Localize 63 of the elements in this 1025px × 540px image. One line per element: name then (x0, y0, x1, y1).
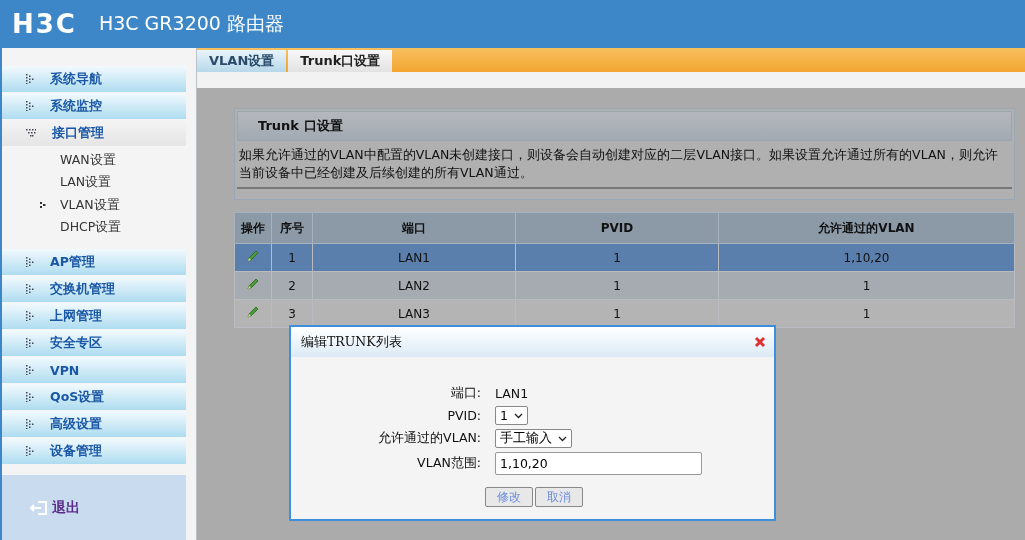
collapse-icon (26, 311, 34, 321)
collapse-icon (26, 419, 34, 429)
column-header: 操作 (234, 212, 272, 244)
column-header: 允许通过的VLAN (718, 212, 1015, 244)
column-header: 端口 (312, 212, 516, 244)
description-text: 如果允许通过的VLAN中配置的VLAN未创建接口，则设备会自动创建对应的二层VLAN接口。如果设置允许通过所有的VLAN，则允许当前设备中已经创建及后续创建的所有VLAN通过。 (237, 143, 1012, 189)
menu-item[interactable]: 上网管理 (2, 303, 186, 330)
collapse-icon (26, 446, 34, 456)
table-row[interactable]: 3 LAN3 1 1 (234, 299, 1015, 328)
collapse-icon (26, 338, 34, 348)
vlan-range-field[interactable]: 1,10,20 (495, 452, 702, 475)
table-cell: 1 (718, 271, 1015, 300)
exit-icon (30, 499, 48, 516)
vlan-mode-dropdown[interactable]: 手工输入 (495, 429, 572, 448)
menu-item[interactable]: 高级设置 (2, 411, 186, 438)
field-label: 端口: (449, 385, 481, 402)
collapse-icon (26, 74, 34, 84)
pencil-icon[interactable] (246, 249, 260, 263)
menu-item[interactable]: QoS设置 (2, 384, 186, 411)
field-label: VLAN范围: (416, 455, 481, 472)
table-row[interactable]: 2 LAN2 1 1 (234, 271, 1015, 300)
column-header: PVID (515, 212, 719, 244)
pvid-dropdown[interactable]: 1 (495, 406, 528, 425)
caret-icon (513, 412, 523, 419)
port-value: LAN1 (495, 386, 530, 401)
collapse-icon (26, 365, 34, 375)
panel-title: Trunk 口设置 (237, 111, 1012, 141)
menu-item[interactable]: 系统监控 (2, 93, 186, 120)
pencil-icon[interactable] (246, 277, 260, 291)
table-cell: 1 (515, 243, 719, 272)
column-header: 序号 (271, 212, 313, 244)
collapse-icon (26, 284, 34, 294)
menu-item[interactable]: 安全专区 (2, 330, 186, 357)
menu-item[interactable]: AP管理 (2, 249, 186, 276)
logout-link[interactable]: 退出 (30, 498, 80, 517)
pencil-icon[interactable] (246, 305, 260, 319)
table-cell: LAN1 (312, 243, 516, 272)
logo: H3C (12, 9, 77, 39)
table-row[interactable]: 1 LAN1 1 1,10,20 (234, 243, 1015, 272)
field-label: PVID: (446, 408, 481, 423)
expand-icon (26, 129, 36, 137)
dialog-title: 编辑TRUNK列表 (301, 333, 402, 351)
collapse-icon (26, 392, 34, 402)
menu-item[interactable]: 设备管理 (2, 438, 186, 465)
submenu-item[interactable]: VLAN设置 (2, 194, 186, 217)
tab[interactable]: VLAN设置 (197, 50, 287, 72)
close-icon[interactable] (754, 336, 766, 348)
collapse-icon (26, 257, 34, 267)
table-cell: 1 (718, 299, 1015, 328)
field-label: 允许通过的VLAN: (377, 430, 481, 447)
collapse-icon (26, 101, 34, 111)
menu-item[interactable]: VPN (2, 357, 186, 384)
submenu-item[interactable]: LAN设置 (2, 171, 186, 194)
tab[interactable]: Trunk口设置 (288, 50, 393, 72)
table-cell: 1 (515, 271, 719, 300)
menu-item[interactable]: 系统导航 (2, 66, 186, 93)
table-cell: LAN2 (312, 271, 516, 300)
table-cell: 1,10,20 (718, 243, 1015, 272)
menu-item[interactable]: 交换机管理 (2, 276, 186, 303)
submenu-item[interactable]: WAN设置 (2, 149, 186, 172)
app-title: H3C GR3200 路由器 (98, 11, 284, 36)
caret-icon (558, 435, 567, 442)
submenu-item[interactable]: DHCP设置 (2, 216, 186, 239)
